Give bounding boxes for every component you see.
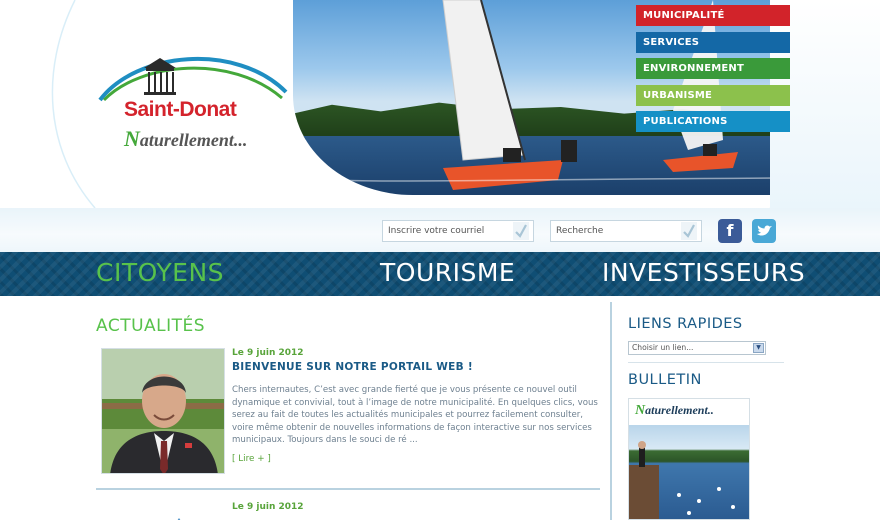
mayor-photo[interactable] — [101, 348, 225, 474]
top-navigation: MUNICIPALITÉ SERVICES ENVIRONNEMENT URBA… — [636, 5, 790, 138]
top-nav-publications[interactable]: PUBLICATIONS — [636, 111, 790, 132]
news-date: Le 9 juin 2012 — [232, 502, 304, 512]
search-input[interactable]: Recherche — [550, 220, 702, 242]
header: Saint-Donat Naturellement... MUNICIPALIT… — [0, 0, 880, 208]
tab-tourisme[interactable]: TOURISME — [380, 258, 515, 287]
sidebar-separator — [628, 362, 784, 363]
chevron-down-icon[interactable]: ▼ — [753, 343, 764, 353]
content-area: ACTUALITÉS Le 9 juin 2012 BIENVENUE SUR … — [0, 296, 880, 520]
main-navigation: CITOYENS TOURISME INVESTISSEURS — [0, 252, 880, 296]
news-date: Le 9 juin 2012 — [232, 348, 304, 358]
news-body: Chers internautes, C’est avec grande fie… — [232, 385, 598, 446]
bulletin-cover[interactable]: Naturellement.. — [628, 398, 750, 520]
top-nav-urbanisme[interactable]: URBANISME — [636, 84, 790, 106]
brand-name: Saint-Donat — [124, 98, 237, 121]
news-divider — [96, 488, 600, 490]
quick-links-title: LIENS RAPIDES — [628, 316, 743, 332]
news-section-title: ACTUALITÉS — [96, 316, 206, 336]
bulletin-brand: Naturellement.. — [635, 403, 714, 418]
news-item: Le 9 juin 2012 — [96, 500, 600, 520]
twitter-icon[interactable] — [752, 219, 776, 243]
quick-links-selected: Choisir un lien... — [632, 343, 694, 352]
check-icon[interactable] — [681, 222, 697, 240]
news-item: Le 9 juin 2012 BIENVENUE SUR NOTRE PORTA… — [96, 346, 600, 486]
search-placeholder: Recherche — [556, 226, 604, 236]
news-thumbnail[interactable] — [101, 510, 231, 520]
newsletter-email-input[interactable]: Inscrire votre courriel — [382, 220, 534, 242]
top-nav-environnement[interactable]: ENVIRONNEMENT — [636, 58, 790, 79]
news-headline[interactable]: BIENVENUE SUR NOTRE PORTAIL WEB ! — [232, 361, 473, 373]
brand-tagline: Naturellement... — [124, 126, 248, 151]
utility-bar: Inscrire votre courriel Recherche — [0, 208, 880, 252]
tab-investisseurs[interactable]: INVESTISSEURS — [602, 258, 805, 287]
site-logo[interactable]: Saint-Donat Naturellement... — [96, 42, 296, 162]
sidebar-divider — [610, 302, 612, 520]
bulletin-title: BULLETIN — [628, 372, 702, 388]
newsletter-placeholder: Inscrire votre courriel — [388, 226, 485, 236]
tab-citoyens[interactable]: CITOYENS — [96, 258, 224, 287]
top-nav-services[interactable]: SERVICES — [636, 31, 790, 53]
quick-links-select[interactable]: Choisir un lien... ▼ — [628, 341, 766, 355]
bulletin-photo — [629, 425, 749, 519]
top-nav-municipalite[interactable]: MUNICIPALITÉ — [636, 5, 790, 26]
facebook-icon[interactable]: f — [718, 219, 742, 243]
read-more-link[interactable]: [ Lire + ] — [232, 454, 271, 464]
check-icon[interactable] — [513, 222, 529, 240]
